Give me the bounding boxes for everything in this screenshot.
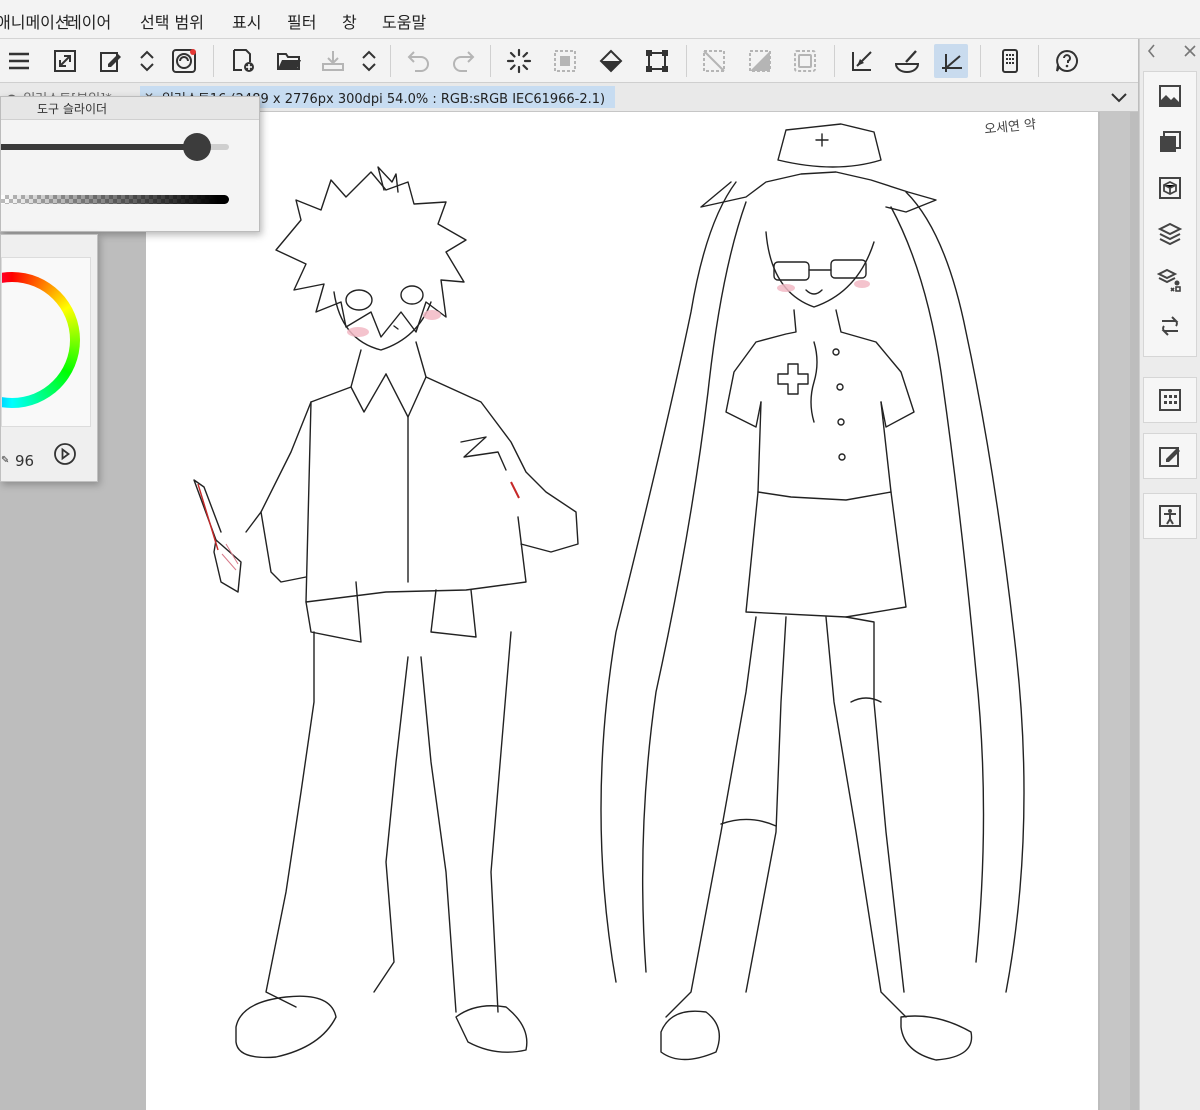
loading-icon[interactable] — [502, 44, 536, 78]
brush-size-knob[interactable] — [183, 133, 211, 161]
transform-icon[interactable] — [640, 44, 674, 78]
tool-slider-panel: 도구 슬라이더 — [0, 96, 260, 232]
menu-layer[interactable]: 레이어 — [67, 9, 111, 33]
panel-group-3 — [1143, 433, 1197, 479]
chevrons-icon[interactable] — [352, 44, 386, 78]
menu-icon[interactable] — [2, 44, 36, 78]
play-icon[interactable] — [53, 442, 77, 466]
color-value: 96 — [15, 452, 35, 470]
tool-slider-title-bar[interactable]: 도구 슬라이더 — [1, 97, 259, 120]
redo-icon[interactable] — [446, 44, 480, 78]
snap-icon[interactable] — [890, 44, 924, 78]
menu-animation[interactable]: 애니메이션 — [0, 9, 70, 33]
help-icon[interactable] — [1050, 44, 1084, 78]
tool-slider-title: 도구 슬라이더 — [37, 102, 108, 116]
undo-icon[interactable] — [402, 44, 436, 78]
edit-icon[interactable] — [94, 44, 128, 78]
color-wheel-panel: ✎ 96 — [0, 234, 98, 482]
menu-help[interactable]: 도움말 — [382, 9, 426, 33]
invert-selection-icon[interactable] — [743, 44, 777, 78]
layer-property-icon[interactable] — [1154, 264, 1186, 296]
opacity-slider[interactable] — [1, 195, 229, 204]
new-canvas-icon[interactable] — [226, 44, 260, 78]
line-art-illustration — [193, 123, 1025, 1061]
panel-group-2 — [1143, 377, 1197, 423]
pose-figure-icon[interactable] — [1154, 500, 1186, 532]
fill-icon[interactable] — [594, 44, 628, 78]
ruler-icon[interactable] — [845, 44, 879, 78]
panel-group-1 — [1143, 71, 1197, 357]
resize-icon[interactable] — [48, 44, 82, 78]
menu-view[interactable]: 표시 — [232, 9, 261, 33]
sketch-edit-icon[interactable] — [1154, 440, 1186, 472]
menu-window[interactable]: 창 — [342, 9, 357, 33]
vertical-scrollbar[interactable] — [1100, 112, 1130, 1110]
device-icon[interactable] — [993, 44, 1027, 78]
menu-filter[interactable]: 필터 — [287, 9, 316, 33]
sub-view-icon[interactable] — [1154, 126, 1186, 158]
panel-collapse-bar — [1140, 39, 1200, 63]
border-icon[interactable] — [788, 44, 822, 78]
menubar: 애니메이션 레이어 선택 범위 표시 필터 창 도움말 — [0, 0, 1200, 39]
canvas[interactable]: 오세연 약 — [146, 112, 1098, 1110]
clear-selection-icon[interactable] — [697, 44, 731, 78]
layers-icon[interactable] — [1154, 218, 1186, 250]
color-wheel[interactable] — [2, 272, 80, 408]
select-all-icon[interactable] — [548, 44, 582, 78]
save-icon[interactable] — [316, 44, 350, 78]
item-bank-icon[interactable] — [1154, 384, 1186, 416]
logo-icon[interactable] — [167, 44, 201, 78]
toolbar — [0, 39, 1138, 83]
navigator-icon[interactable] — [1154, 80, 1186, 112]
close-panel-icon[interactable] — [1180, 39, 1200, 63]
brush-size-slider[interactable] — [1, 144, 197, 150]
chevron-down-icon[interactable] — [1108, 86, 1130, 108]
right-panel — [1139, 39, 1200, 1110]
snap-active-icon[interactable] — [934, 44, 968, 78]
chevrons-icon[interactable] — [130, 44, 164, 78]
open-folder-icon[interactable] — [272, 44, 306, 78]
pen-icon: ✎ — [1, 455, 10, 466]
panel-group-4 — [1143, 493, 1197, 539]
history-icon[interactable] — [1154, 310, 1186, 342]
3d-material-icon[interactable] — [1154, 172, 1186, 204]
menu-selection[interactable]: 선택 범위 — [140, 9, 204, 33]
